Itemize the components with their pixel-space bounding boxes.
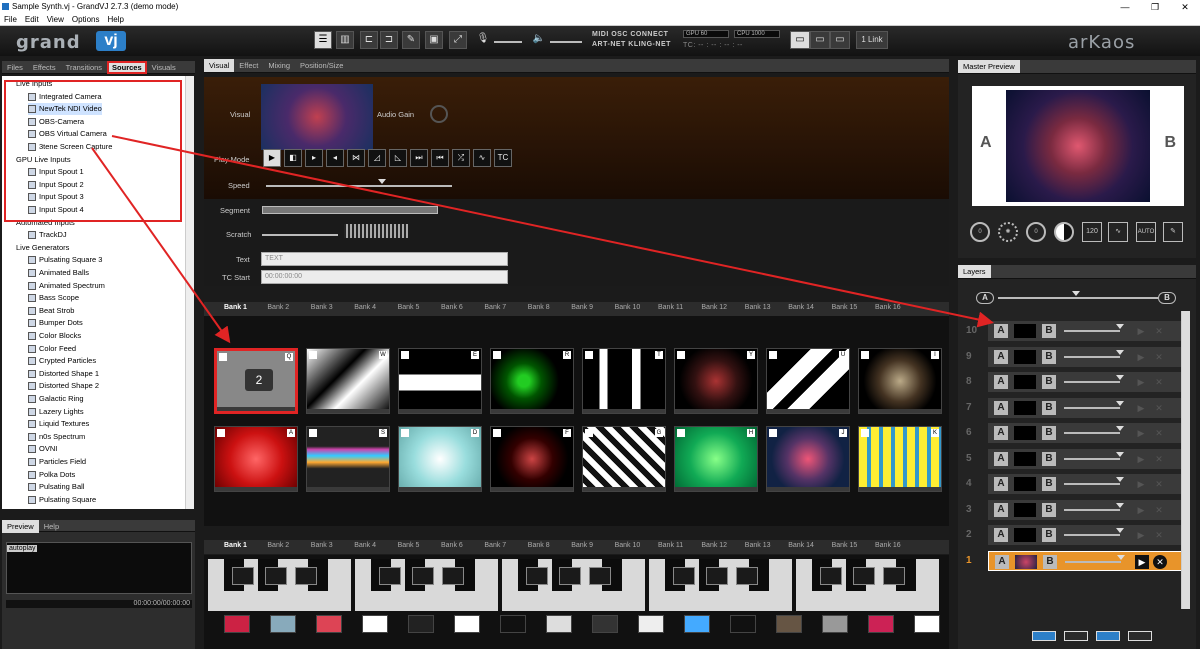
- arrow-to-layer: [111, 135, 994, 328]
- annotation-arrows: [91, 135, 994, 344]
- arrow-to-clip: [91, 147, 231, 344]
